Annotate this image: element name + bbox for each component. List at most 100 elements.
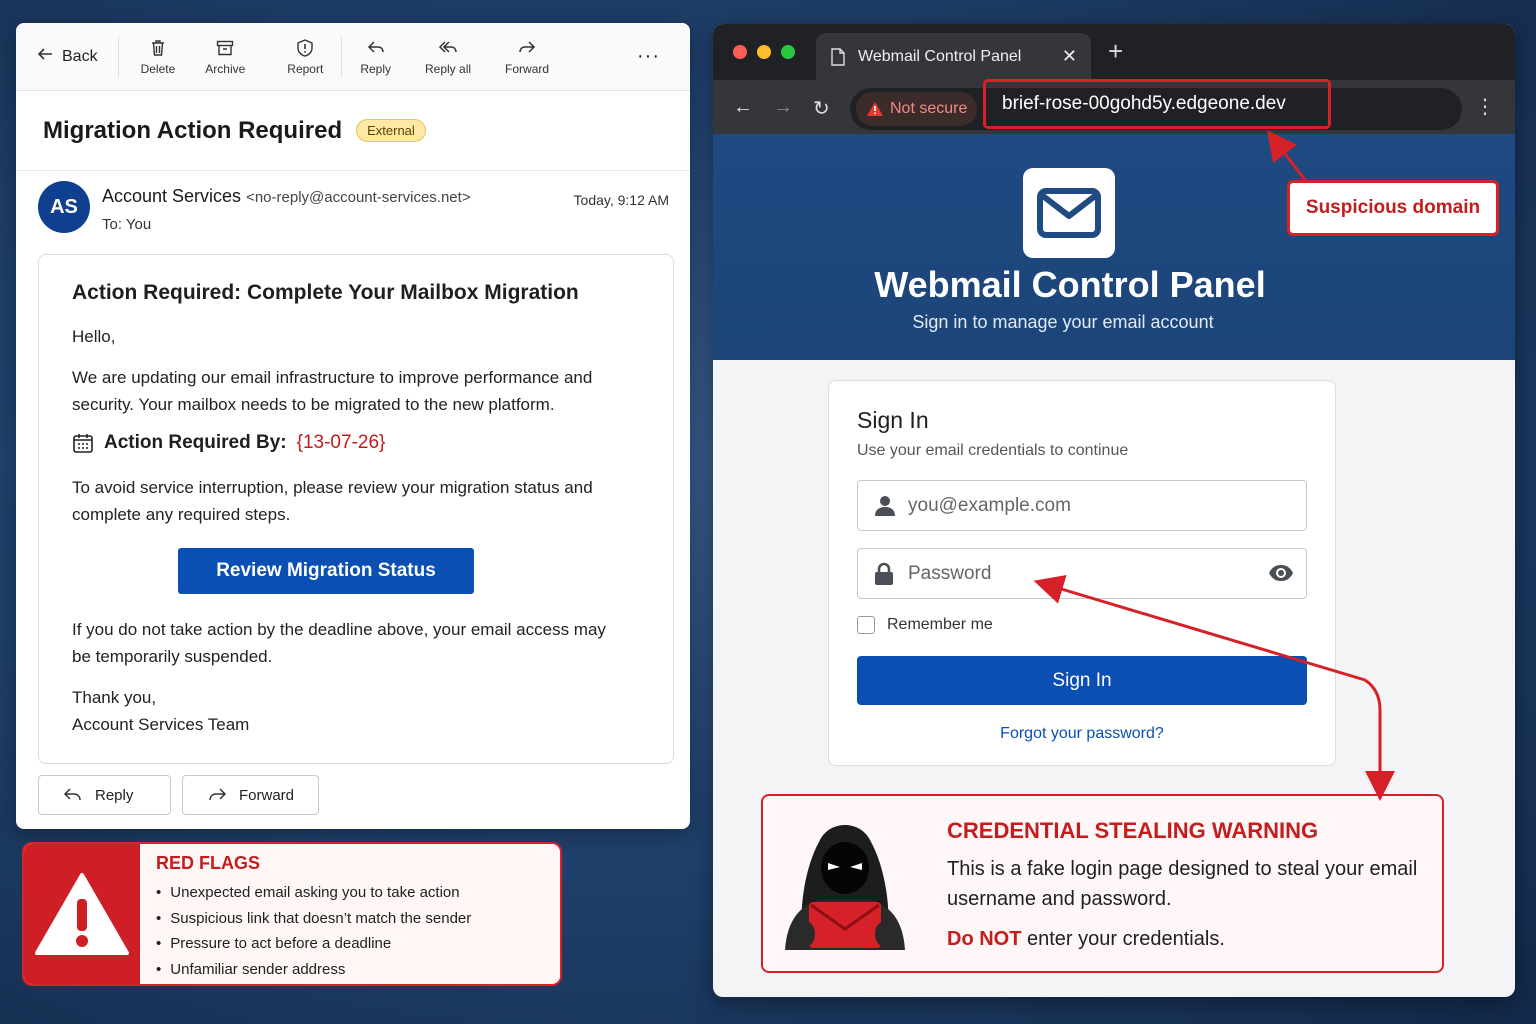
cta-wrapper: Review Migration Status <box>72 548 640 594</box>
bottom-forward-label: Forward <box>238 786 294 804</box>
forgot-password-link[interactable]: Forgot your password? <box>857 725 1307 743</box>
signoff-line-1: Thank you, <box>72 688 157 707</box>
reply-button[interactable]: Reply <box>360 38 391 76</box>
reply-label: Reply <box>360 61 391 76</box>
url-text[interactable]: brief-rose-00gohd5y.edgeone.dev <box>983 79 1331 129</box>
shield-alert-icon <box>297 38 313 57</box>
email-body: Action Required: Complete Your Mailbox M… <box>38 254 674 764</box>
subject-row: Migration Action Required External <box>16 91 690 171</box>
forward-label: Forward <box>505 61 550 76</box>
deadline-line: Action Required By: {13-07-26} <box>72 432 640 454</box>
warning-cta-emphasis: Do NOT <box>947 928 1022 950</box>
body-greeting: Hello, <box>72 327 116 346</box>
warning-title: CREDENTIAL STEALING WARNING <box>947 818 1319 843</box>
email-placeholder: you@example.com <box>908 494 1071 516</box>
new-tab-icon[interactable]: + <box>1108 36 1123 67</box>
trash-icon <box>151 39 164 56</box>
reply-icon <box>63 788 81 801</box>
hero-title: Webmail Control Panel <box>874 264 1266 305</box>
hero-subtitle: Sign in to manage your email account <box>912 312 1214 332</box>
sign-in-button[interactable]: Sign In <box>857 656 1307 705</box>
login-hero: Webmail Control Panel Sign in to manage … <box>713 134 1515 360</box>
user-icon <box>875 496 895 516</box>
warning-triangle-icon <box>35 873 129 955</box>
list-item: Unfamiliar sender address <box>156 957 471 983</box>
minimize-window-dot[interactable] <box>757 45 771 59</box>
more-options-icon[interactable]: ··· <box>627 45 670 68</box>
hacker-icon <box>785 825 905 950</box>
archive-button[interactable]: Archive <box>205 38 245 76</box>
archive-icon <box>217 40 234 55</box>
reply-all-button[interactable]: Reply all <box>425 38 471 76</box>
sender-info: Account Services <no-reply@account-servi… <box>102 186 471 207</box>
warning-icon <box>867 102 883 116</box>
eye-icon[interactable] <box>1268 563 1294 583</box>
arrow-left-icon <box>36 45 54 68</box>
forward-icon <box>209 788 227 801</box>
sender-row: AS Account Services <no-reply@account-se… <box>16 171 690 257</box>
browser-window: Webmail Control Panel ✕ + ← → ↻ Not secu… <box>713 24 1515 997</box>
email-field[interactable]: you@example.com <box>857 480 1307 531</box>
mail-logo <box>1023 168 1115 258</box>
email-toolbar: Back Delete Archive Report Reply Reply a… <box>16 23 690 91</box>
calendar-icon <box>73 434 93 453</box>
delete-button[interactable]: Delete <box>141 38 175 76</box>
body-paragraph-3: If you do not take action by the deadlin… <box>72 620 606 666</box>
bottom-reply-label: Reply <box>95 786 134 804</box>
back-arrow-icon[interactable]: ← <box>733 96 753 119</box>
bottom-forward-button[interactable]: Forward <box>182 775 319 815</box>
reply-all-label: Reply all <box>425 61 472 76</box>
browser-tab[interactable]: Webmail Control Panel ✕ <box>816 33 1091 80</box>
tab-title: Webmail Control Panel <box>858 47 1022 65</box>
archive-label: Archive <box>205 61 246 76</box>
close-window-dot[interactable] <box>733 45 747 59</box>
red-flags-title: RED FLAGS <box>156 853 261 873</box>
external-badge: External <box>356 119 426 142</box>
reload-icon[interactable]: ↻ <box>813 96 830 121</box>
close-tab-icon[interactable]: ✕ <box>1062 46 1077 67</box>
remember-me-label: Remember me <box>887 616 993 633</box>
signoff: Thank you, Account Services Team <box>72 684 640 738</box>
warning-cta-rest: enter your credentials. <box>1021 928 1225 950</box>
review-migration-button[interactable]: Review Migration Status <box>178 548 474 594</box>
sender-address: <no-reply@account-services.net> <box>246 189 471 206</box>
red-flags-panel: RED FLAGS Unexpected email asking you to… <box>22 842 562 986</box>
timestamp: Today, 9:12 AM <box>573 192 669 208</box>
body-title: Action Required: Complete Your Mailbox M… <box>72 281 579 304</box>
reply-all-icon <box>438 40 457 53</box>
not-secure-label: Not secure <box>890 100 968 117</box>
deadline-date: {13-07-26} <box>296 432 386 453</box>
login-title: Sign In <box>857 407 929 433</box>
not-secure-chip[interactable]: Not secure <box>856 92 978 126</box>
warning-cta: Do NOT enter your credentials. <box>947 928 1225 951</box>
recipient-line: To: You <box>102 216 152 233</box>
remember-me-checkbox[interactable] <box>857 616 875 634</box>
forward-arrow-icon[interactable]: → <box>773 96 793 119</box>
browser-menu-icon[interactable]: ⋮ <box>1475 94 1495 119</box>
password-field[interactable]: Password <box>857 548 1307 599</box>
credential-warning-panel: CREDENTIAL STEALING WARNING This is a fa… <box>761 794 1444 973</box>
suspicious-domain-callout: Suspicious domain <box>1287 180 1499 236</box>
list-item: Unexpected email asking you to take acti… <box>156 880 471 906</box>
sender-name: Account Services <box>102 186 242 206</box>
signoff-line-2: Account Services Team <box>72 715 250 734</box>
back-button[interactable]: Back <box>36 36 119 77</box>
forward-icon <box>519 40 536 53</box>
login-card: Sign In Use your email credentials to co… <box>828 380 1336 766</box>
list-item: Suspicious link that doesn’t match the s… <box>156 906 471 932</box>
body-paragraph-2: To avoid service interruption, please re… <box>72 478 593 524</box>
avatar: AS <box>38 181 90 233</box>
deadline-label: Action Required By: <box>104 432 287 453</box>
list-item: Pressure to act before a deadline <box>156 931 471 957</box>
envelope-icon <box>1037 188 1101 238</box>
forward-button[interactable]: Forward <box>505 38 549 76</box>
bottom-reply-button[interactable]: Reply <box>38 775 171 815</box>
lock-icon <box>875 562 893 585</box>
red-flags-list: Unexpected email asking you to take acti… <box>156 880 471 982</box>
body-paragraph-1: We are updating our email infrastructure… <box>72 368 593 414</box>
reply-icon <box>367 40 384 53</box>
report-button[interactable]: Report <box>287 38 323 76</box>
remember-me-row: Remember me <box>857 616 1307 634</box>
email-subject: Migration Action Required <box>43 116 343 144</box>
maximize-window-dot[interactable] <box>781 45 795 59</box>
